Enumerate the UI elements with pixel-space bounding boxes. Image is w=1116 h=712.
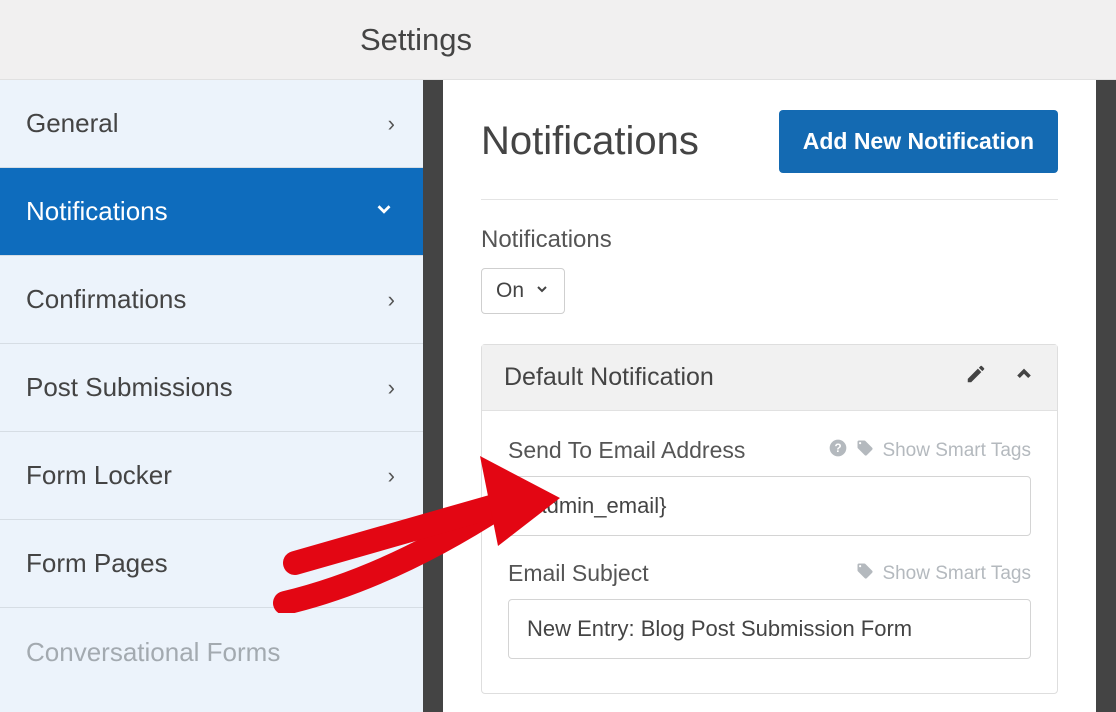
main-layout: General › Notifications Confirmations › …	[0, 80, 1116, 712]
notification-card-header: Default Notification	[482, 345, 1057, 411]
smart-tags-label: Show Smart Tags	[882, 563, 1031, 585]
sidebar-item-label: Notifications	[26, 196, 168, 227]
collapse-icon[interactable]	[1013, 363, 1035, 392]
svg-text:?: ?	[835, 442, 842, 455]
sidebar-item-label: Confirmations	[26, 284, 186, 315]
send-to-input[interactable]	[508, 476, 1031, 536]
chevron-down-icon	[534, 279, 550, 303]
sidebar: General › Notifications Confirmations › …	[0, 80, 423, 712]
content-wrap: Notifications Add New Notification Notif…	[423, 80, 1116, 712]
topbar-title: Settings	[360, 22, 472, 58]
subject-smart-tags[interactable]: Show Smart Tags	[856, 562, 1031, 586]
add-new-notification-button[interactable]: Add New Notification	[779, 110, 1058, 173]
page-title: Notifications	[481, 119, 699, 164]
chevron-right-icon: ›	[388, 375, 395, 401]
panel-header: Notifications Add New Notification	[481, 110, 1058, 200]
chevron-right-icon: ›	[388, 551, 395, 577]
send-to-smart-tags[interactable]: ? Show Smart Tags	[828, 438, 1031, 464]
sidebar-item-label: Form Locker	[26, 460, 172, 491]
help-icon[interactable]: ?	[828, 438, 848, 464]
notifications-toggle-label: Notifications	[481, 226, 1058, 254]
sidebar-item-confirmations[interactable]: Confirmations ›	[0, 256, 423, 344]
topbar: Settings	[0, 0, 1116, 80]
sidebar-item-post-submissions[interactable]: Post Submissions ›	[0, 344, 423, 432]
subject-label: Email Subject	[508, 560, 649, 587]
sidebar-item-label: Post Submissions	[26, 372, 233, 403]
tag-icon	[856, 562, 874, 586]
content: Notifications Add New Notification Notif…	[443, 80, 1096, 712]
chevron-right-icon: ›	[388, 463, 395, 489]
notification-card-title: Default Notification	[504, 363, 714, 392]
sidebar-item-label: Form Pages	[26, 548, 168, 579]
toggle-value: On	[496, 279, 524, 303]
chevron-right-icon: ›	[388, 111, 395, 137]
chevron-down-icon	[373, 198, 395, 226]
edit-icon[interactable]	[965, 363, 987, 392]
sidebar-item-form-pages[interactable]: Form Pages ›	[0, 520, 423, 608]
send-to-label: Send To Email Address	[508, 437, 745, 464]
sidebar-item-label: Conversational Forms	[26, 637, 280, 668]
sidebar-item-form-locker[interactable]: Form Locker ›	[0, 432, 423, 520]
notification-card-body: Send To Email Address ? Show Smart Tags	[482, 411, 1057, 693]
chevron-right-icon: ›	[388, 287, 395, 313]
sidebar-item-label: General	[26, 108, 119, 139]
notifications-toggle-select[interactable]: On	[481, 268, 565, 314]
tag-icon	[856, 439, 874, 463]
subject-input[interactable]	[508, 599, 1031, 659]
field-send-to: Send To Email Address ? Show Smart Tags	[508, 437, 1031, 536]
smart-tags-label: Show Smart Tags	[882, 440, 1031, 462]
sidebar-item-conversational-forms[interactable]: Conversational Forms	[0, 608, 423, 696]
notification-card: Default Notification Send To Email Addr	[481, 344, 1058, 694]
notification-card-actions	[965, 363, 1035, 392]
sidebar-item-notifications[interactable]: Notifications	[0, 168, 423, 256]
field-email-subject: Email Subject Show Smart Tags	[508, 560, 1031, 659]
sidebar-item-general[interactable]: General ›	[0, 80, 423, 168]
